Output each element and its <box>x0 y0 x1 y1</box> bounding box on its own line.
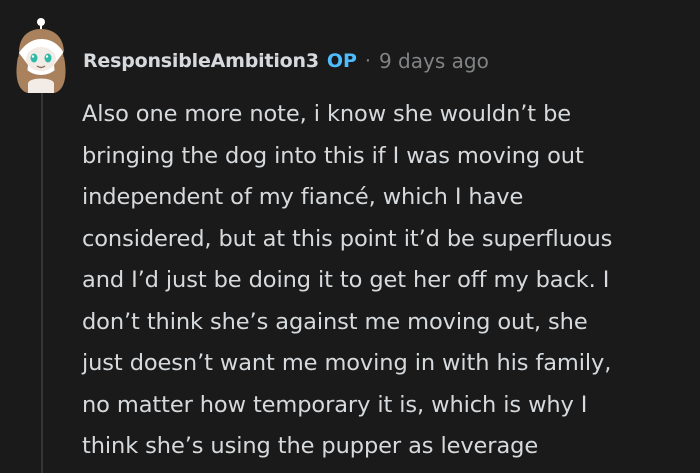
comment-body: Also one more note, i know she wouldn’t … <box>82 101 613 459</box>
comment-header: ResponsibleAmbition3 OP · 9 days ago <box>83 46 489 76</box>
separator-dot: · <box>364 50 371 72</box>
comment: ResponsibleAmbition3 OP · 9 days ago Als… <box>0 0 700 473</box>
user-avatar-icon[interactable] <box>8 17 74 95</box>
comment-timestamp[interactable]: 9 days ago <box>379 49 489 73</box>
thread-line[interactable] <box>41 92 43 473</box>
op-badge: OP <box>326 50 357 72</box>
author-username[interactable]: ResponsibleAmbition3 <box>83 50 319 72</box>
